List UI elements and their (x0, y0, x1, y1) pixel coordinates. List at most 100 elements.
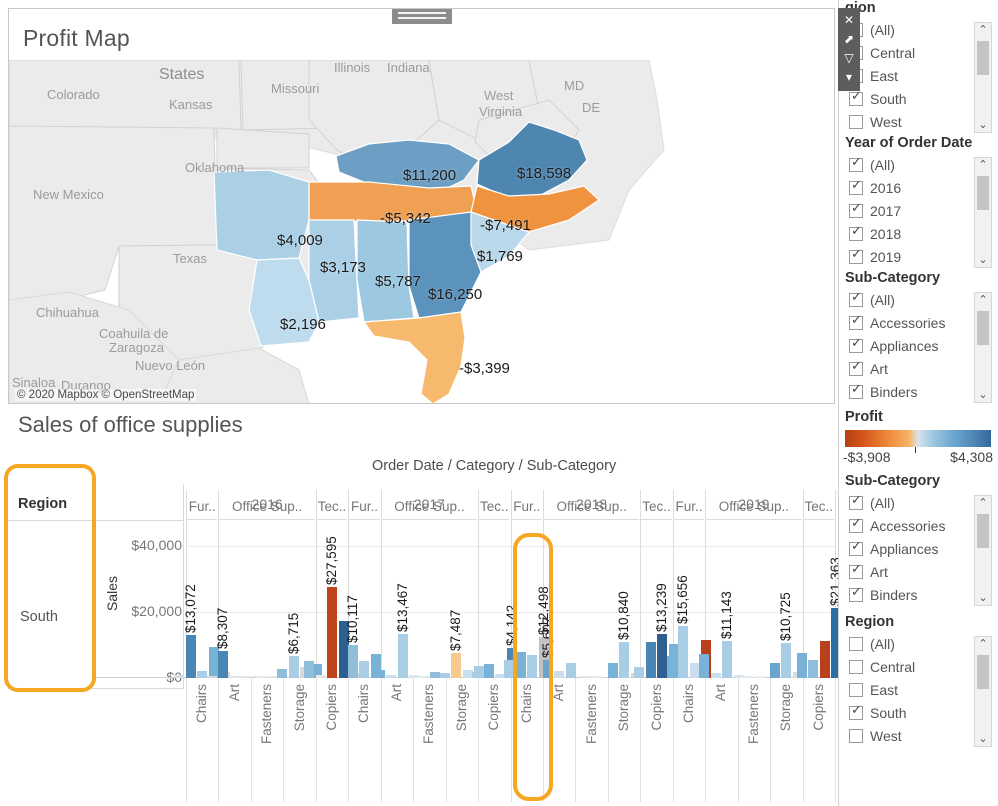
subcategory-label[interactable]: Storage (616, 684, 631, 731)
filter-option-row[interactable]: (All) (839, 491, 961, 514)
bar[interactable] (375, 670, 385, 678)
category-header[interactable]: Tec.. (478, 499, 510, 514)
checkbox[interactable] (849, 542, 863, 556)
filter-option-row[interactable]: Central (839, 655, 961, 678)
subcategory-label[interactable]: Chairs (356, 684, 371, 723)
filter-option-row[interactable]: West (839, 724, 961, 747)
filter-option-row[interactable]: (All) (839, 153, 961, 176)
checkbox[interactable] (849, 92, 863, 106)
scroll-up-icon[interactable]: ⌃ (978, 496, 987, 510)
scroll-down-icon[interactable]: ⌄ (978, 732, 987, 746)
checkbox[interactable] (849, 316, 863, 330)
bar[interactable] (440, 673, 450, 678)
checkbox[interactable] (849, 362, 863, 376)
bar[interactable] (516, 652, 526, 678)
bar[interactable] (241, 676, 251, 678)
filter-option-row[interactable]: Accessories (839, 311, 961, 334)
filter-option-row[interactable]: South (839, 701, 961, 724)
filter-scrollbar[interactable]: ⌃⌄ (974, 292, 992, 403)
category-header[interactable]: Fur.. (511, 499, 543, 514)
scroll-up-icon[interactable]: ⌃ (978, 637, 987, 651)
bar[interactable] (348, 645, 358, 678)
map-canvas[interactable]: StatesColoradoKansasMissouriIllinoisIndi… (9, 60, 834, 404)
subcategory-label[interactable]: Copiers (811, 684, 826, 731)
scroll-up-icon[interactable]: ⌃ (978, 158, 987, 172)
bar[interactable] (451, 653, 461, 678)
filter-option-row[interactable]: Binders (839, 583, 961, 606)
scrollbar-thumb[interactable] (977, 41, 989, 75)
category-header[interactable]: Office Sup.. (543, 499, 640, 514)
subcategory-label[interactable]: Copiers (324, 684, 339, 731)
scroll-up-icon[interactable]: ⌃ (978, 293, 987, 307)
bar[interactable] (218, 651, 228, 678)
checkbox[interactable] (849, 385, 863, 399)
bar[interactable] (667, 656, 677, 678)
subcategory-label[interactable]: Chairs (194, 684, 209, 723)
bar[interactable] (419, 676, 429, 678)
checkbox[interactable] (849, 227, 863, 241)
subcategory-label[interactable]: Art (551, 684, 566, 701)
checkbox[interactable] (849, 519, 863, 533)
filter-funnel-icon[interactable]: ▽ (844, 49, 853, 68)
scrollbar-thumb[interactable] (977, 311, 989, 345)
category-header[interactable]: Fur.. (348, 499, 380, 514)
popout-icon[interactable]: ⬈ (844, 30, 854, 49)
subcategory-label[interactable]: Storage (292, 684, 307, 731)
subcategory-label[interactable]: Fasteners (259, 684, 274, 744)
checkbox[interactable] (849, 293, 863, 307)
filter-option-row[interactable]: 2016 (839, 176, 961, 199)
checkbox[interactable] (849, 637, 863, 651)
checkbox[interactable] (849, 496, 863, 510)
bar[interactable] (619, 642, 629, 678)
checkbox[interactable] (849, 181, 863, 195)
subcategory-label[interactable]: Art (389, 684, 404, 701)
filter-option-row[interactable]: Art (839, 357, 961, 380)
bar[interactable] (581, 676, 591, 678)
filter-option-row[interactable]: Art (839, 560, 961, 583)
checkbox[interactable] (849, 115, 863, 129)
subcategory-label[interactable]: Chairs (519, 684, 534, 723)
filter-option-row[interactable]: (All) (839, 632, 961, 655)
filter-scrollbar[interactable]: ⌃⌄ (974, 636, 992, 747)
subcategory-label[interactable]: Fasteners (421, 684, 436, 744)
filter-option-row[interactable]: 2019 (839, 245, 961, 268)
subcategory-label[interactable]: Storage (778, 684, 793, 731)
bar[interactable] (678, 626, 688, 678)
bar[interactable] (743, 676, 753, 678)
category-header[interactable]: Office Sup.. (218, 499, 315, 514)
bar[interactable] (566, 663, 576, 678)
bar[interactable] (781, 643, 791, 678)
filter-option-row[interactable]: Appliances (839, 334, 961, 357)
bar[interactable] (608, 663, 618, 678)
filter-option-row[interactable]: West (839, 110, 961, 133)
subcategory-label[interactable]: Storage (454, 684, 469, 731)
bar[interactable] (646, 642, 656, 678)
bar[interactable] (722, 641, 732, 678)
category-header[interactable]: Office Sup.. (381, 499, 478, 514)
bar[interactable] (484, 664, 494, 678)
checkbox[interactable] (849, 250, 863, 264)
category-header[interactable]: Office Sup.. (705, 499, 802, 514)
filter-option-row[interactable]: Binders (839, 380, 961, 403)
subcategory-label[interactable]: Art (713, 684, 728, 701)
bar[interactable] (386, 675, 396, 678)
checkbox[interactable] (849, 588, 863, 602)
category-header[interactable]: Fur.. (673, 499, 705, 514)
filter-option-row[interactable]: East (839, 678, 961, 701)
checkbox[interactable] (849, 339, 863, 353)
scroll-down-icon[interactable]: ⌄ (978, 118, 987, 132)
filter-scrollbar[interactable]: ⌃⌄ (974, 157, 992, 268)
scrollbar-thumb[interactable] (977, 655, 989, 689)
panel-drag-handle[interactable] (392, 9, 452, 24)
bar[interactable] (207, 676, 217, 678)
bar[interactable] (543, 660, 553, 678)
bar[interactable] (289, 656, 299, 678)
subcategory-label[interactable]: Chairs (681, 684, 696, 723)
category-header[interactable]: Fur.. (186, 499, 218, 514)
subcategory-label[interactable]: Fasteners (584, 684, 599, 744)
category-header[interactable]: Tec.. (640, 499, 672, 514)
category-header[interactable]: Tec.. (803, 499, 835, 514)
filter-option-row[interactable]: 2018 (839, 222, 961, 245)
bar[interactable] (359, 661, 369, 678)
bar[interactable] (554, 671, 564, 678)
